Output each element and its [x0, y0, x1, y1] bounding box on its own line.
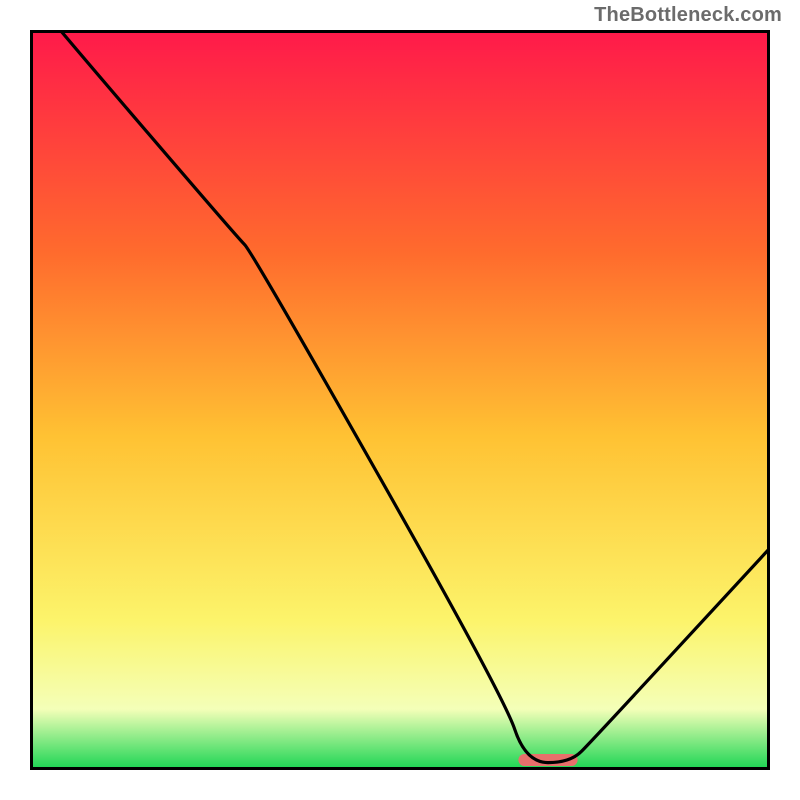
bottleneck-chart — [30, 30, 770, 770]
chart-area — [30, 30, 770, 770]
watermark-text: TheBottleneck.com — [594, 4, 782, 27]
gradient-background — [32, 32, 768, 768]
